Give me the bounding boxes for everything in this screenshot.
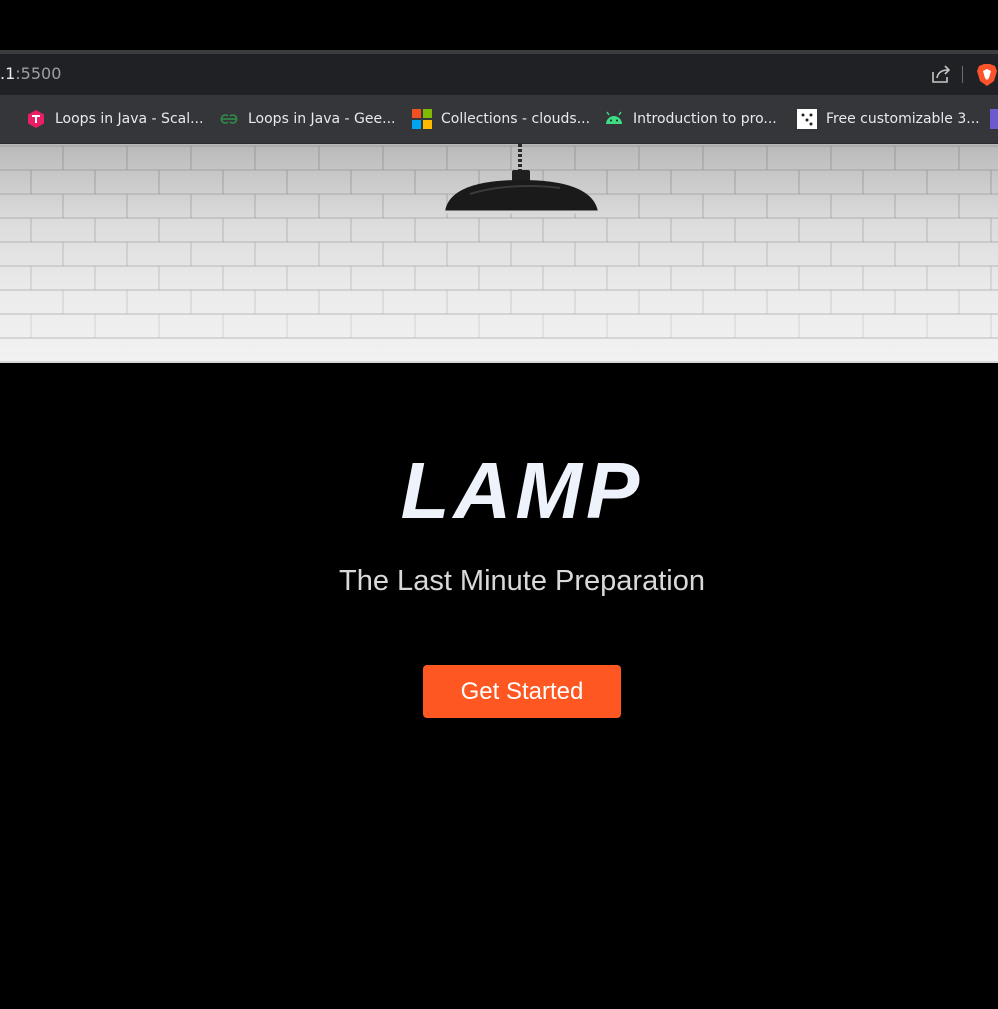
bookmark-label: Free customizable 3... — [826, 111, 980, 127]
bookmark-microsoft[interactable]: Collections - clouds... — [412, 107, 590, 131]
page-subtitle: The Last Minute Preparation — [339, 565, 705, 597]
url-text[interactable]: .1:5500 — [0, 64, 61, 84]
url-port: :5500 — [15, 64, 62, 83]
bookmark-label: Loops in Java - Scal... — [55, 111, 204, 127]
bookmark-label: Collections - clouds... — [441, 111, 591, 127]
bookmark-scaler[interactable]: Loops in Java - Scal... — [26, 107, 203, 131]
toolbar-separator — [962, 66, 963, 83]
bookmark-android[interactable]: Introduction to pro... — [604, 107, 777, 131]
pendant-lamp-icon — [445, 144, 598, 214]
bookmark-overflow-icon[interactable] — [990, 109, 998, 129]
url-host: .1 — [0, 64, 16, 83]
bookmark-label: Introduction to pro... — [633, 111, 777, 127]
bookmark-geeksforgeeks[interactable]: Loops in Java - Gee... — [219, 107, 395, 131]
scaler-icon — [28, 110, 44, 128]
android-icon — [606, 111, 622, 124]
brave-shield-icon[interactable] — [976, 63, 998, 87]
bookmarks-bar: Loops in Java - Scal... Loops in Java - … — [0, 95, 998, 144]
microsoft-icon — [412, 109, 432, 129]
bookmark-label: Loops in Java - Gee... — [248, 111, 396, 127]
page-title: LAMP — [400, 446, 644, 535]
share-icon[interactable] — [930, 63, 952, 85]
address-bar[interactable]: .1:5500 — [0, 54, 998, 95]
get-started-button[interactable]: Get Started — [423, 665, 621, 718]
hero-image — [0, 144, 998, 363]
bookmark-dice[interactable]: Free customizable 3... — [797, 107, 980, 131]
dice-icon — [797, 109, 817, 129]
window-top-strip — [0, 0, 998, 50]
geeksforgeeks-icon — [220, 114, 238, 124]
